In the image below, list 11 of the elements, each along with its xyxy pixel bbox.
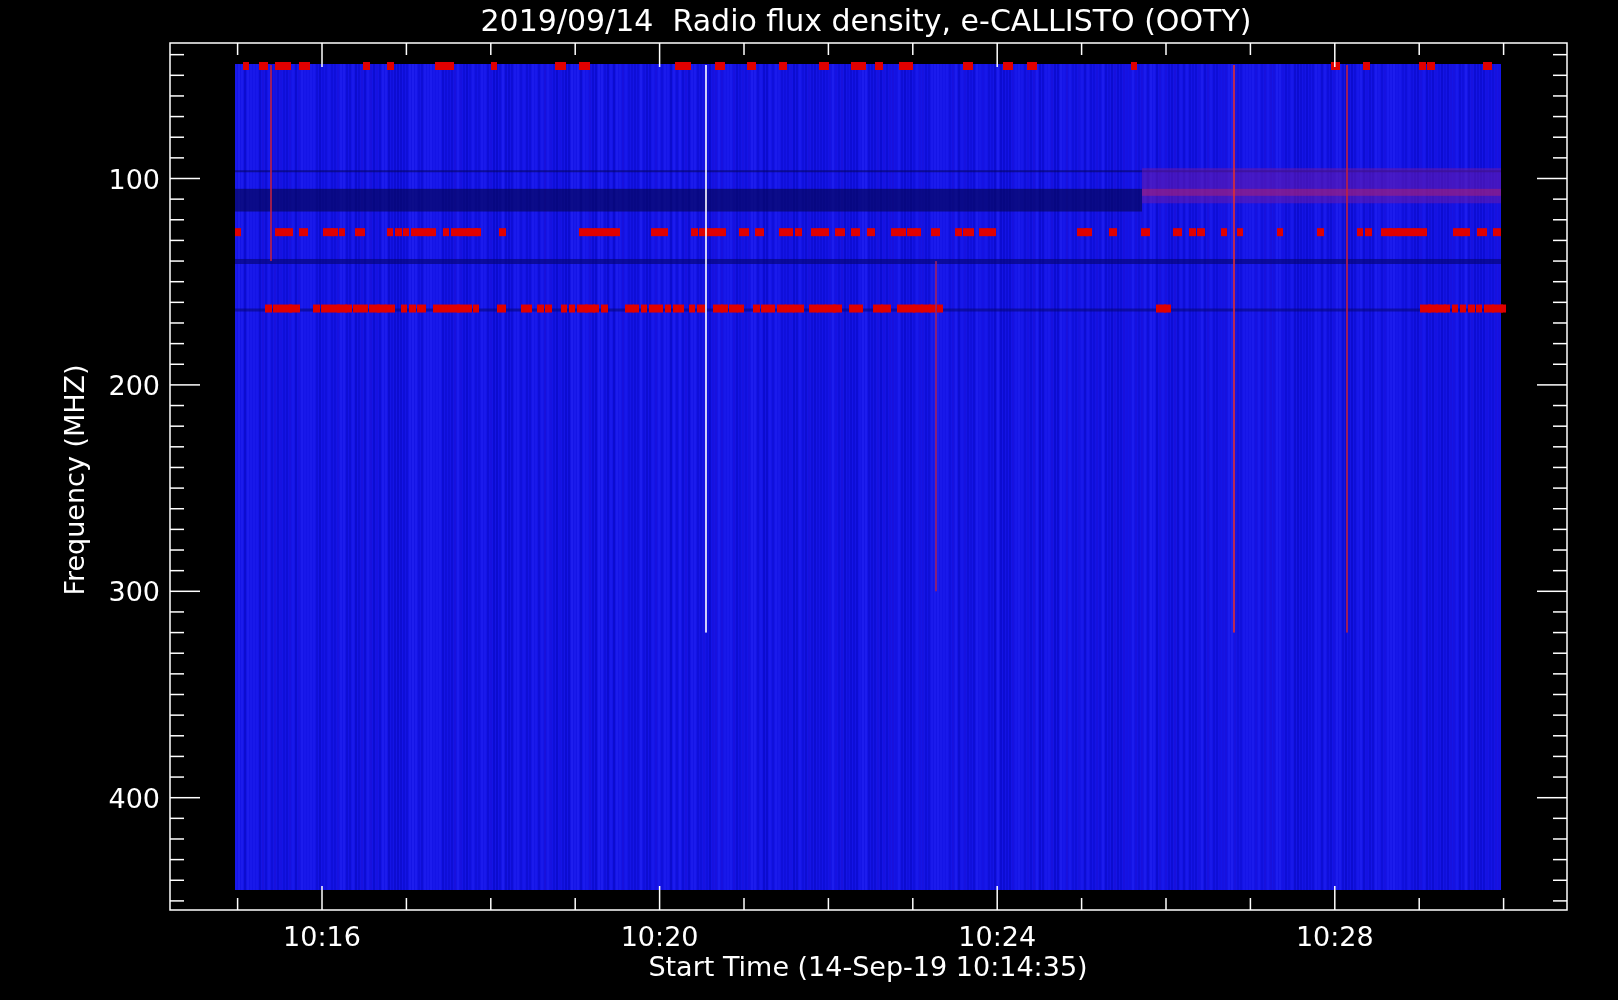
x-tick-label: 10:20: [620, 921, 699, 952]
x-tick-label: 10:28: [1295, 921, 1374, 952]
y-tick-label: 100: [108, 163, 160, 195]
y-tick-label: 200: [108, 369, 160, 401]
x-tick-label: 10:24: [958, 921, 1037, 952]
x-tick-label: 10:16: [283, 921, 361, 952]
y-axis-label: Frequency (MHZ): [59, 364, 90, 596]
chart-title: 2019/09/14 Radio flux density, e-CALLISTO (OOTY): [480, 3, 1252, 38]
x-axis-label: Start Time (14-Sep-19 10:14:35): [648, 951, 1088, 982]
y-tick-label: 300: [108, 576, 160, 608]
y-tick-label: 400: [108, 782, 160, 814]
